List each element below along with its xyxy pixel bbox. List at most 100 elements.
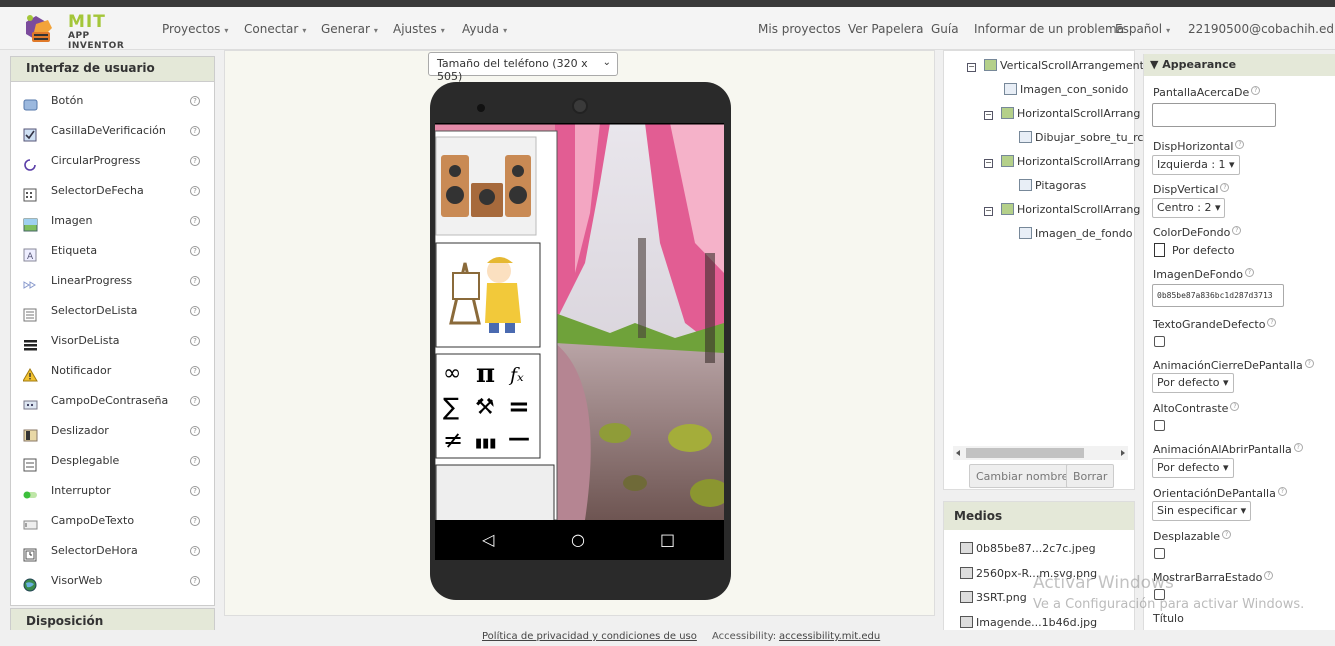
help-icon[interactable]: ?: [1235, 140, 1245, 149]
collapse-icon[interactable]: −: [984, 111, 993, 120]
help-icon[interactable]: ?: [1267, 318, 1277, 327]
help-icon[interactable]: ?: [190, 426, 200, 436]
menu-account[interactable]: 22190500@cobachih.edu.mx▾: [1188, 22, 1335, 36]
palette-item-linear-progress[interactable]: LinearProgress ?: [11, 266, 214, 296]
tree-item-image[interactable]: Imagen_con_sonido: [1004, 83, 1128, 96]
media-file[interactable]: 3SRT.png: [960, 591, 1027, 604]
help-icon[interactable]: ?: [190, 156, 200, 166]
help-icon[interactable]: ?: [190, 366, 200, 376]
help-icon[interactable]: ?: [1220, 183, 1230, 192]
help-icon[interactable]: ?: [190, 546, 200, 556]
help-icon[interactable]: ?: [1277, 487, 1287, 496]
tree-item-image[interactable]: Imagen_de_fondo: [1019, 227, 1132, 240]
media-file[interactable]: 0b85be87...2c7c.jpeg: [960, 542, 1096, 555]
help-icon[interactable]: ?: [1264, 571, 1274, 580]
privacy-link[interactable]: Política de privacidad y condiciones de …: [482, 631, 697, 642]
help-icon[interactable]: ?: [190, 306, 200, 316]
tree-item-horizontal-scroll[interactable]: − HorizontalScrollArrang: [984, 203, 1140, 216]
palette-item-time-picker[interactable]: SelectorDeHora ?: [11, 536, 214, 566]
palette-item-circular-progress[interactable]: CircularProgress ?: [11, 146, 214, 176]
palette-item-etiqueta[interactable]: A Etiqueta ?: [11, 236, 214, 266]
color-swatch[interactable]: [1154, 243, 1165, 257]
about-screen-textarea[interactable]: [1152, 103, 1276, 127]
painter-image[interactable]: [435, 242, 541, 348]
palette-item-list-picker[interactable]: SelectorDeLista ?: [11, 296, 214, 326]
menu-ayuda[interactable]: Ayuda ▾: [462, 22, 507, 36]
help-icon[interactable]: ?: [190, 396, 200, 406]
tree-item-image[interactable]: Dibujar_sobre_tu_rc: [1019, 131, 1143, 144]
help-icon[interactable]: ?: [190, 246, 200, 256]
palette-item-date-picker[interactable]: SelectorDeFecha ?: [11, 176, 214, 206]
properties-section-appearance[interactable]: ▼ Appearance: [1144, 54, 1335, 76]
menu-guia[interactable]: Guía: [931, 22, 959, 36]
palette-item-web-viewer[interactable]: VisorWeb ?: [11, 566, 214, 596]
align-horizontal-dropdown[interactable]: Izquierda : 1 ▾: [1152, 155, 1240, 175]
help-icon[interactable]: ?: [190, 456, 200, 466]
palette-item-textbox[interactable]: CampoDeTexto ?: [11, 506, 214, 536]
help-icon[interactable]: ?: [1251, 86, 1261, 95]
menu-generar[interactable]: Generar ▾: [321, 22, 378, 36]
menu-idioma[interactable]: Español ▾: [1115, 22, 1170, 36]
help-icon[interactable]: ?: [190, 186, 200, 196]
help-icon[interactable]: ?: [1293, 443, 1303, 452]
palette-item-notifier[interactable]: Notificador ?: [11, 356, 214, 386]
palette-item-checkbox[interactable]: CasillaDeVerificación ?: [11, 116, 214, 146]
menu-ajustes[interactable]: Ajustes ▾: [393, 22, 445, 36]
help-icon[interactable]: ?: [190, 96, 200, 106]
help-icon[interactable]: ?: [190, 516, 200, 526]
palette-item-spinner[interactable]: Desplegable ?: [11, 446, 214, 476]
help-icon[interactable]: ?: [1222, 530, 1232, 539]
scrollable-checkbox[interactable]: [1154, 548, 1165, 559]
tree-item-image[interactable]: Pitagoras: [1019, 179, 1086, 192]
tree-item-horizontal-scroll[interactable]: − HorizontalScrollArrang: [984, 107, 1140, 120]
help-icon[interactable]: ?: [190, 576, 200, 586]
help-icon[interactable]: ?: [190, 486, 200, 496]
palette-item-password[interactable]: CampoDeContraseña ?: [11, 386, 214, 416]
help-icon[interactable]: ?: [1304, 359, 1314, 368]
phone-screen[interactable]: ∞ π 𝑓ₓ ∑ ⚒ = ≠ ▮▮▮ —: [435, 123, 724, 520]
palette-item-imagen[interactable]: Imagen ?: [11, 206, 214, 236]
tree-item-vertical-scroll[interactable]: − VerticalScrollArrangement: [967, 59, 1144, 72]
tree-horizontal-scrollbar[interactable]: [953, 446, 1128, 460]
help-icon[interactable]: ?: [190, 216, 200, 226]
help-icon[interactable]: ?: [190, 126, 200, 136]
home-icon[interactable]: ○: [571, 530, 585, 549]
menu-proyectos[interactable]: Proyectos ▾: [162, 22, 228, 36]
menu-ver-papelera[interactable]: Ver Papelera: [848, 22, 923, 36]
menu-mis-proyectos[interactable]: Mis proyectos: [758, 22, 841, 36]
accessibility-link[interactable]: accessibility.mit.edu: [779, 631, 880, 642]
collapse-icon[interactable]: −: [967, 63, 976, 72]
big-default-text-checkbox[interactable]: [1154, 336, 1165, 347]
collapse-icon[interactable]: −: [984, 159, 993, 168]
phone-size-select[interactable]: Tamaño del teléfono (320 x 505) ⌄: [428, 52, 618, 83]
orientation-dropdown[interactable]: Sin especificar ▾: [1152, 501, 1252, 521]
palette-item-slider[interactable]: Deslizador ?: [11, 416, 214, 446]
delete-button[interactable]: Borrar: [1066, 464, 1115, 488]
menu-informar-problema[interactable]: Informar de un problema: [974, 22, 1124, 36]
help-icon[interactable]: ?: [190, 276, 200, 286]
tree-item-horizontal-scroll[interactable]: − HorizontalScrollArrang: [984, 155, 1140, 168]
high-contrast-checkbox[interactable]: [1154, 420, 1165, 431]
help-icon[interactable]: ?: [1245, 268, 1255, 277]
media-file[interactable]: Imagende...1b46d.jpg: [960, 616, 1097, 629]
palette-section-title[interactable]: Interfaz de usuario: [11, 57, 214, 82]
close-animation-dropdown[interactable]: Por defecto ▾: [1152, 373, 1234, 393]
open-animation-dropdown[interactable]: Por defecto ▾: [1152, 458, 1234, 478]
collapse-icon[interactable]: −: [984, 207, 993, 216]
palette-item-boton[interactable]: Botón ?: [11, 86, 214, 116]
palette-item-switch[interactable]: Interruptor ?: [11, 476, 214, 506]
help-icon[interactable]: ?: [190, 336, 200, 346]
align-vertical-dropdown[interactable]: Centro : 2 ▾: [1152, 198, 1226, 218]
menu-conectar[interactable]: Conectar ▾: [244, 22, 306, 36]
background-image-field[interactable]: 0b85be87a836bc1d287d3713: [1152, 284, 1284, 307]
palette-item-list-view[interactable]: VisorDeLista ?: [11, 326, 214, 356]
app-inventor-logo[interactable]: MIT APP INVENTOR: [22, 12, 142, 51]
background-color-value[interactable]: Por defecto: [1172, 244, 1234, 257]
help-icon[interactable]: ?: [1230, 402, 1240, 411]
rename-button[interactable]: Cambiar nombre: [969, 464, 1076, 488]
empty-image-placeholder[interactable]: [435, 464, 555, 520]
back-icon[interactable]: ◁: [482, 530, 494, 549]
recents-icon[interactable]: □: [660, 530, 675, 549]
help-icon[interactable]: ?: [1232, 226, 1242, 235]
speakers-image[interactable]: [435, 136, 537, 236]
